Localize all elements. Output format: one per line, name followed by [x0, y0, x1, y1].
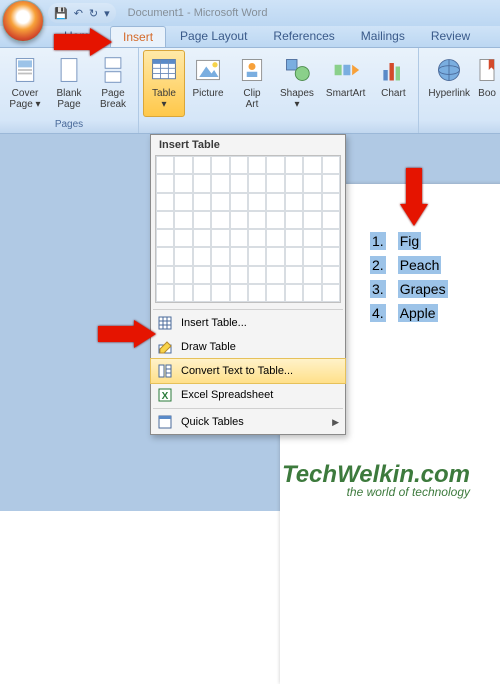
- tab-review[interactable]: Review: [419, 26, 482, 47]
- excel-icon: X: [157, 387, 173, 403]
- annotation-arrow-convert: [98, 320, 158, 353]
- table-dropdown: Insert Table Insert Table... Draw Table …: [150, 134, 346, 435]
- chart-icon: [377, 54, 409, 86]
- table-icon: [148, 54, 180, 86]
- tab-references[interactable]: References: [261, 26, 346, 47]
- document-title: Document1 - Microsoft Word: [128, 7, 268, 19]
- dropdown-title: Insert Table: [151, 135, 345, 155]
- chevron-down-icon: ▾: [294, 99, 299, 110]
- chart-button[interactable]: Chart: [372, 50, 414, 117]
- menu-convert-text-to-table[interactable]: Convert Text to Table...: [151, 359, 345, 383]
- clipart-button[interactable]: Clip Art: [231, 50, 273, 117]
- group-illustrations: Table ▾ Picture Clip Art Shapes ▾ SmartA…: [139, 48, 419, 133]
- bookmark-button[interactable]: Boo: [477, 50, 497, 117]
- list-item: 2.Peach: [370, 256, 448, 274]
- bookmark-icon: [477, 54, 497, 86]
- menu-insert-table[interactable]: Insert Table...: [151, 311, 345, 335]
- table-grid-icon: [157, 315, 173, 331]
- tab-insert[interactable]: Insert: [110, 26, 166, 47]
- table-size-grid[interactable]: [155, 155, 341, 303]
- shapes-button[interactable]: Shapes ▾: [275, 50, 319, 117]
- list-item: 4.Apple: [370, 304, 448, 322]
- smartart-button[interactable]: SmartArt: [321, 50, 370, 117]
- office-button[interactable]: [2, 0, 44, 42]
- shapes-icon: [281, 54, 313, 86]
- cover-page-icon: [9, 54, 41, 86]
- picture-button[interactable]: Picture: [187, 50, 229, 117]
- pencil-icon: [157, 339, 173, 355]
- qat-dropdown-icon[interactable]: ▾: [104, 7, 110, 20]
- hyperlink-icon: [433, 54, 465, 86]
- undo-icon[interactable]: ↶: [74, 7, 83, 20]
- watermark: TechWelkin.com the world of technology: [282, 461, 470, 499]
- menu-excel-spreadsheet[interactable]: X Excel Spreadsheet: [151, 383, 345, 407]
- annotation-arrow-selection: [400, 168, 428, 233]
- quick-access-toolbar: 💾 ↶ ↻ ▾: [48, 3, 116, 23]
- selected-text[interactable]: 1.Fig 2.Peach 3.Grapes 4.Apple: [370, 232, 448, 322]
- table-button[interactable]: Table ▾: [143, 50, 185, 117]
- group-links: Hyperlink Boo: [419, 48, 500, 133]
- menu-quick-tables[interactable]: Quick Tables ▶: [151, 410, 345, 434]
- tab-page-layout[interactable]: Page Layout: [168, 26, 259, 47]
- title-bar: 💾 ↶ ↻ ▾ Document1 - Microsoft Word: [0, 0, 500, 26]
- submenu-arrow-icon: ▶: [332, 417, 339, 428]
- svg-text:X: X: [162, 391, 169, 402]
- group-label-illustrations: [143, 117, 414, 133]
- quick-tables-icon: [157, 414, 173, 430]
- list-item: 1.Fig: [370, 232, 448, 250]
- group-label-pages: Pages: [4, 117, 134, 133]
- picture-icon: [192, 54, 224, 86]
- menu-draw-table[interactable]: Draw Table: [151, 335, 345, 359]
- hyperlink-button[interactable]: Hyperlink: [423, 50, 475, 117]
- save-icon[interactable]: 💾: [54, 7, 68, 20]
- smartart-icon: [330, 54, 362, 86]
- list-item: 3.Grapes: [370, 280, 448, 298]
- convert-icon: [157, 363, 173, 379]
- annotation-arrow-insert-tab: [54, 28, 114, 61]
- clipart-icon: [236, 54, 268, 86]
- redo-icon[interactable]: ↻: [89, 7, 98, 20]
- chevron-down-icon: ▾: [161, 99, 166, 110]
- tab-mailings[interactable]: Mailings: [349, 26, 417, 47]
- cover-page-button[interactable]: Cover Page ▾: [4, 50, 46, 117]
